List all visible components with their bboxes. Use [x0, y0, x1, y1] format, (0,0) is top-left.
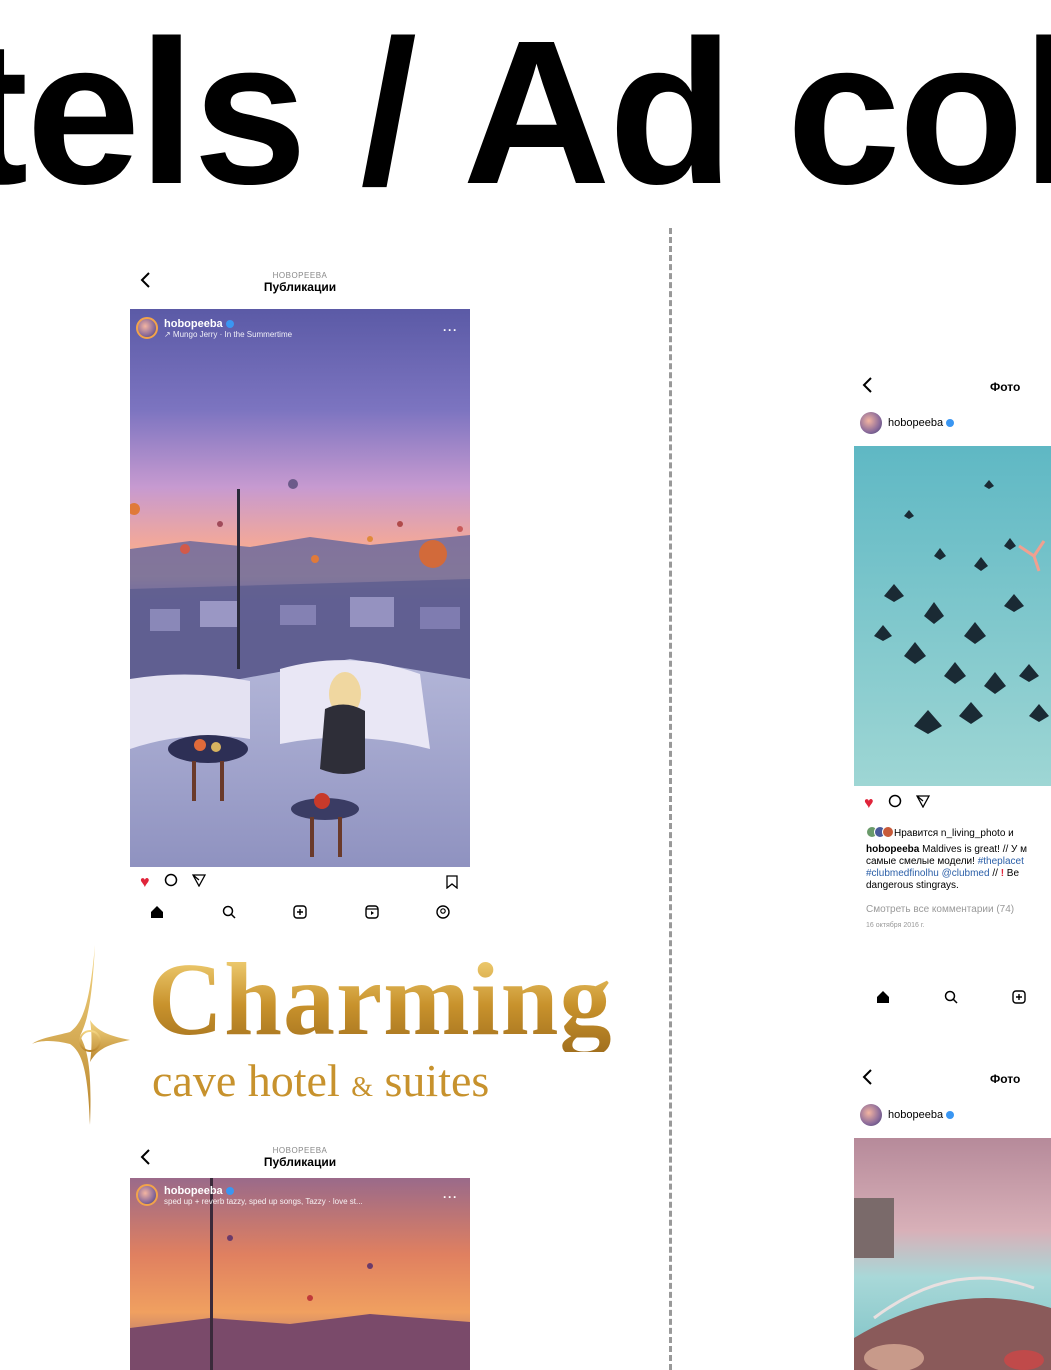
more-options-button[interactable]: ··· — [443, 323, 458, 337]
liker-avatars — [866, 826, 894, 841]
hotel-logo: Charming cave hotel & suites — [30, 940, 611, 1130]
post-user[interactable]: hobopeeba sped up + reverb tazzy, sped u… — [136, 1184, 363, 1206]
add-icon[interactable] — [1012, 990, 1026, 1009]
view-comments-link[interactable]: Смотреть все комментарии (74) — [866, 904, 1014, 915]
post-actions: ♥ — [140, 873, 206, 892]
verified-icon — [225, 319, 234, 328]
reels-icon[interactable] — [364, 905, 379, 924]
caption: hobopeeba Maldives is great! // У м самы… — [866, 844, 1027, 892]
bottom-nav — [150, 905, 450, 924]
bottom-nav — [876, 990, 1026, 1009]
heart-icon[interactable]: ♥ — [864, 795, 874, 813]
post-image[interactable] — [130, 1178, 470, 1370]
username[interactable]: hobopeeba — [888, 417, 943, 429]
hashtag-link[interactable]: #clubmedfinolhu @clubmed — [866, 868, 990, 879]
header-title: Публикации — [263, 280, 337, 294]
music-label[interactable]: sped up + reverb tazzy, sped up songs, T… — [164, 1197, 363, 1206]
right-post-2: Фото hobopeeba — [852, 1064, 1051, 1370]
heart-icon[interactable]: ♥ — [140, 874, 150, 892]
caption-text: Maldives is great! // У м — [922, 844, 1028, 855]
post-image[interactable] — [130, 309, 470, 867]
caption-text: Be — [1004, 868, 1020, 879]
post-user[interactable]: hobopeeba — [860, 1104, 955, 1126]
header-title: Фото — [990, 380, 1021, 394]
logo-tagline: cave hotel & suites — [152, 1058, 489, 1104]
header-title: Фото — [990, 1072, 1021, 1086]
caption-text: dangerous stingrays. — [866, 880, 959, 891]
username[interactable]: hobopeeba — [164, 318, 223, 330]
username[interactable]: hobopeeba — [164, 1185, 223, 1197]
post-user[interactable]: hobopeeba — [860, 412, 955, 434]
search-icon[interactable] — [222, 905, 236, 924]
left-post-2: HOBOPEEBA Публикации hobopeeba sped up +… — [130, 1142, 470, 1370]
verified-icon — [225, 1186, 234, 1195]
header: HOBOPEEBA Публикации — [130, 1146, 470, 1169]
home-icon[interactable] — [150, 905, 164, 924]
header: HOBOPEEBA Публикации — [130, 271, 470, 294]
avatar[interactable] — [860, 412, 882, 434]
caption-user[interactable]: hobopeeba — [866, 844, 919, 855]
search-icon[interactable] — [944, 990, 958, 1009]
share-icon[interactable] — [191, 873, 206, 892]
page-title: tels / Ad col — [0, 0, 1051, 227]
tagline-amp: & — [351, 1072, 374, 1103]
header-title: Публикации — [263, 1155, 337, 1169]
comment-icon[interactable] — [164, 873, 178, 892]
column-divider — [669, 228, 672, 1370]
comment-icon[interactable] — [888, 794, 902, 813]
post-image[interactable] — [854, 446, 1051, 786]
share-icon[interactable] — [915, 794, 930, 813]
music-label[interactable]: ↗ Mungo Jerry · In the Summertime — [164, 330, 292, 339]
left-post-1: HOBOPEEBA Публикации hobopeeba ↗ Mungo J… — [130, 265, 470, 933]
header-subtitle: HOBOPEEBA — [272, 1146, 328, 1155]
sparkle-icon — [32, 945, 130, 1125]
back-button[interactable] — [862, 1068, 874, 1091]
post-date: 16 октября 2016 г. — [866, 922, 925, 929]
liked-by-text: Нравится n_living_photo и — [894, 828, 1014, 839]
avatar[interactable] — [136, 1184, 158, 1206]
avatar[interactable] — [860, 1104, 882, 1126]
home-icon[interactable] — [876, 990, 890, 1009]
caption-text: самые смелые модели! — [866, 856, 978, 867]
hashtag-link[interactable]: #theplacet — [978, 856, 1024, 867]
profile-icon[interactable] — [436, 905, 450, 924]
logo-name: Charming — [148, 942, 613, 1057]
right-post-1: Фото hobopeeba ♥ Нравится n_living_photo… — [852, 372, 1051, 1062]
caption-text: // — [989, 868, 1001, 879]
header-subtitle: HOBOPEEBA — [272, 271, 328, 280]
add-icon[interactable] — [293, 905, 307, 924]
username[interactable]: hobopeeba — [888, 1109, 943, 1121]
tagline-part: suites — [373, 1055, 490, 1106]
post-image[interactable] — [854, 1138, 1051, 1370]
post-user[interactable]: hobopeeba ↗ Mungo Jerry · In the Summert… — [136, 317, 292, 339]
verified-icon — [946, 419, 955, 428]
more-options-button[interactable]: ··· — [443, 1190, 458, 1204]
avatar[interactable] — [136, 317, 158, 339]
back-button[interactable] — [862, 376, 874, 399]
verified-icon — [946, 1111, 955, 1120]
tagline-part: cave hotel — [152, 1055, 352, 1106]
liked-by[interactable]: Нравится n_living_photo и — [866, 826, 1014, 841]
post-actions: ♥ — [864, 794, 930, 813]
bookmark-icon[interactable] — [446, 875, 458, 894]
